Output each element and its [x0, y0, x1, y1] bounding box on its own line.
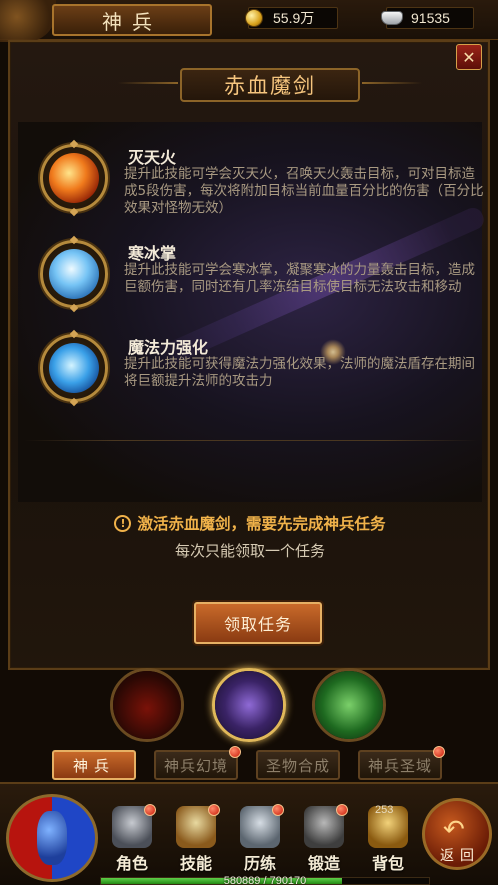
claim-quest-label: 领取任务: [223, 615, 292, 634]
nav-character[interactable]: 角色: [104, 804, 160, 873]
quest-note: 每次只能领取一个任务: [174, 542, 325, 560]
warning-icon: !: [114, 514, 132, 532]
nav-skills[interactable]: 技能: [168, 804, 224, 873]
top-bar: 神兵 55.9万 91535: [0, 0, 498, 42]
skill-row-fire[interactable]: 灭天火 提升此技能可学会灭天火，召唤天火轰击目标，可对目标造成5段伤害，每次将附…: [40, 139, 484, 234]
nav-label: 技能: [179, 854, 212, 873]
skill-name: 寒冰掌: [128, 244, 177, 263]
tab-relic-synthesis[interactable]: 圣物合成: [256, 750, 340, 780]
quest-area: ! 激活赤血魔剑，需要先完成神兵任务 每次只能领取一个任务 领取任务: [18, 512, 482, 662]
weapon-panel: ✕ 赤血魔剑 灭天火 提升此技能可学会灭天火，召唤天火轰击目标，可对目标造成5段…: [8, 40, 490, 670]
gold-value: 55.9万: [273, 10, 315, 26]
tab-label: 圣物合成: [265, 756, 330, 775]
quest-warning: ! 激活赤血魔剑，需要先完成神兵任务: [18, 512, 482, 534]
skill-description: 提升此技能可学会寒冰掌，凝聚寒冰的力量轰击目标，造成巨额伤害，同时还有几率冻结目…: [124, 262, 475, 295]
tab-shenbing-sanctuary[interactable]: 神兵圣域: [358, 746, 445, 780]
claim-quest-button[interactable]: 领取任务: [194, 602, 322, 644]
nav-label: 锻造: [307, 854, 340, 873]
magic-boost-skill-icon: [40, 329, 108, 407]
weapon-slot-fan[interactable]: [312, 668, 386, 742]
divider: [24, 440, 478, 441]
weapon-selector: [0, 668, 498, 746]
back-button[interactable]: ↶ 返回: [422, 798, 492, 870]
gold-display: 55.9万: [245, 7, 338, 29]
skill-name: 灭天火: [128, 148, 177, 167]
tab-shenbing[interactable]: 神兵: [52, 750, 136, 780]
quest-warning-text: 激活赤血魔剑，需要先完成神兵任务: [137, 515, 386, 533]
dragon-ornament: [0, 0, 56, 42]
tab-label: 神兵: [72, 756, 115, 775]
notification-badge: [144, 804, 156, 816]
ingot-display: 91535: [381, 7, 474, 29]
skill-row-ice[interactable]: 寒冰掌 提升此技能可学会寒冰掌，凝聚寒冰的力量轰击目标，造成巨额伤害，同时还有几…: [40, 235, 480, 330]
nav-training[interactable]: 历练: [232, 804, 288, 873]
weapon-slot-blood-sword[interactable]: [212, 668, 286, 742]
weapon-tabs: 神兵 神兵幻境 圣物合成 神兵圣域: [0, 746, 498, 782]
ingot-value: 91535: [411, 10, 450, 26]
back-label: 返回: [440, 848, 480, 864]
page-title-tab: 神兵: [52, 4, 212, 36]
silver-ingot-icon: [379, 8, 405, 28]
skill-row-magic[interactable]: 魔法力强化 提升此技能可获得魔法力强化效果，法师的魔法盾存在期间将巨额提升法师的…: [40, 329, 480, 424]
ice-palm-skill-icon: [40, 235, 108, 313]
weapon-slot-reaper[interactable]: [110, 668, 184, 742]
notification-badge: [272, 804, 284, 816]
close-icon: ✕: [462, 47, 476, 67]
skill-name: 魔法力强化: [128, 338, 209, 357]
weapon-title-plate: 赤血魔剑: [180, 68, 360, 102]
nav-label: 角色: [115, 854, 148, 873]
skill-description: 提升此技能可学会灭天火，召唤天火轰击目标，可对目标造成5段伤害，每次将附加目标当…: [124, 166, 484, 216]
gold-coin-icon: [241, 8, 267, 28]
notification-badge: [229, 746, 241, 758]
main-menu-orb[interactable]: [6, 794, 98, 882]
reaper-weapon-icon: [113, 671, 181, 739]
weapon-name: 赤血魔剑: [224, 74, 316, 98]
nav-forge[interactable]: 锻造: [296, 804, 352, 873]
title-ornament-right: [362, 82, 422, 84]
nav-label: 背包: [371, 854, 404, 873]
nav-label: 历练: [243, 854, 276, 873]
title-ornament-left: [118, 82, 178, 84]
exp-text: 580889 / 790170: [223, 875, 307, 885]
blood-sword-weapon-icon: [215, 671, 283, 739]
bottom-nav: 角色 技能 历练 锻造 背包 253 ↶ 返回 580889 / 790170: [0, 782, 498, 885]
return-arrow-icon: ↶: [443, 815, 465, 845]
close-button[interactable]: ✕: [456, 44, 482, 70]
tab-shenbing-illusion[interactable]: 神兵幻境: [154, 746, 241, 780]
notification-badge: [208, 804, 220, 816]
green-fan-weapon-icon: [315, 671, 383, 739]
tab-label: 神兵幻境: [163, 756, 228, 775]
page-title: 神兵: [102, 9, 162, 34]
tab-label: 神兵圣域: [367, 756, 432, 775]
fire-skill-icon: [40, 139, 108, 217]
skill-description: 提升此技能可获得魔法力强化效果，法师的魔法盾存在期间将巨额提升法师的攻击力: [124, 356, 475, 389]
backpack-count: 253: [375, 804, 394, 816]
notification-badge: [336, 804, 348, 816]
notification-badge: [433, 746, 445, 758]
